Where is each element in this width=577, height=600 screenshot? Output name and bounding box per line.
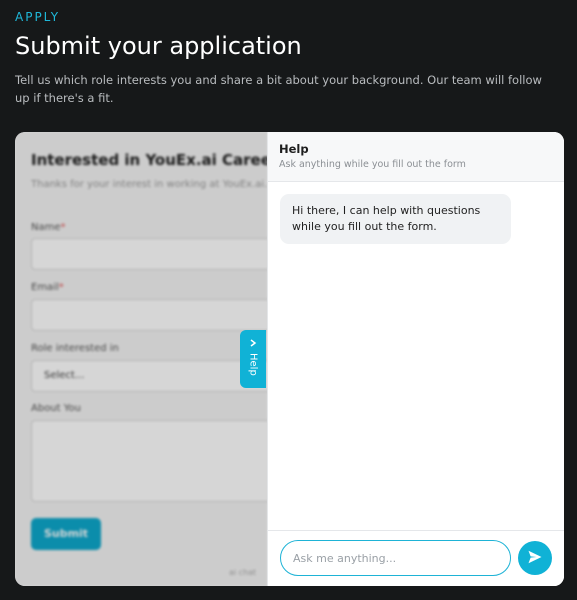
help-tab[interactable]: Help xyxy=(240,330,266,388)
page-eyebrow: APPLY xyxy=(15,10,61,24)
page-title: Submit your application xyxy=(15,32,302,60)
help-tab-label: Help xyxy=(247,353,259,376)
chat-composer xyxy=(268,530,564,586)
assistant-message: Hi there, I can help with questions whil… xyxy=(280,194,511,244)
help-panel-subtitle: Ask anything while you fill out the form xyxy=(279,159,466,170)
help-panel: Help Ask anything while you fill out the… xyxy=(267,132,564,586)
chat-input[interactable] xyxy=(280,540,511,576)
form-overlay xyxy=(15,132,267,586)
help-panel-header: Help Ask anything while you fill out the… xyxy=(268,132,564,182)
application-card: Interested in YouEx.ai Careers? Thanks f… xyxy=(15,132,564,586)
send-button[interactable] xyxy=(518,541,552,575)
help-panel-title: Help xyxy=(279,142,309,156)
chevron-right-icon xyxy=(249,339,257,349)
send-icon xyxy=(527,549,543,568)
page-intro: Tell us which role interests you and sha… xyxy=(15,73,542,105)
